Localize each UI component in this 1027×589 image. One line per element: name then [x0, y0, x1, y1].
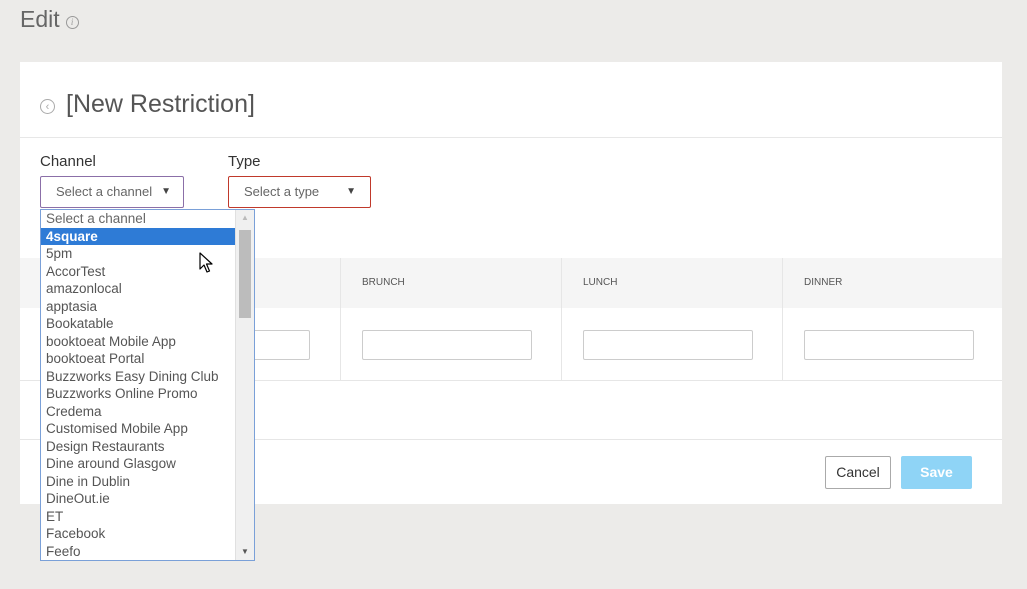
mouse-cursor-icon: [199, 252, 213, 273]
channel-option-selected[interactable]: 4square: [41, 227, 236, 245]
dropdown-arrow-icon: ▼: [346, 186, 356, 197]
channel-select[interactable]: Select a channel ▼: [40, 176, 184, 208]
channel-option[interactable]: Facebook: [41, 525, 236, 543]
type-label: Type: [228, 153, 261, 170]
channel-option[interactable]: Design Restaurants: [41, 438, 236, 456]
channel-option[interactable]: Buzzworks Easy Dining Club: [41, 368, 236, 386]
page-title-text: Edit: [20, 6, 60, 32]
scroll-thumb[interactable]: [239, 230, 251, 318]
channel-option[interactable]: booktoeat Portal: [41, 350, 236, 368]
channel-label: Channel: [40, 153, 96, 170]
card-header: ‹ [New Restriction]: [20, 62, 1002, 138]
column-header-brunch: BRUNCH: [340, 258, 561, 308]
channel-option[interactable]: booktoeat Mobile App: [41, 333, 236, 351]
info-icon[interactable]: i: [65, 16, 79, 29]
dropdown-scrollbar[interactable]: ▲ ▼: [235, 210, 254, 560]
cell-brunch: [340, 308, 561, 380]
brunch-input[interactable]: [362, 330, 532, 360]
channel-option[interactable]: DineOut.ie: [41, 490, 236, 508]
channel-option[interactable]: amazonlocal: [41, 280, 236, 298]
channel-select-value: Select a channel: [56, 184, 153, 199]
channel-option[interactable]: Customised Mobile App: [41, 420, 236, 438]
channel-option[interactable]: Dine around Glasgow: [41, 455, 236, 473]
scroll-down-icon[interactable]: ▼: [236, 544, 254, 560]
lunch-input[interactable]: [583, 330, 753, 360]
cell-lunch: [561, 308, 782, 380]
channel-option[interactable]: ET: [41, 508, 236, 526]
channel-option[interactable]: Dine in Dublin: [41, 473, 236, 491]
cell-dinner: [782, 308, 1002, 380]
type-select-value: Select a type: [244, 184, 320, 199]
channel-dropdown-list[interactable]: Select a channel 4square 5pm AccorTest a…: [40, 209, 255, 561]
dropdown-arrow-icon: ▼: [161, 186, 171, 197]
channel-option[interactable]: Feefo: [41, 543, 236, 561]
channel-option[interactable]: Bookatable: [41, 315, 236, 333]
cancel-button[interactable]: Cancel: [825, 456, 891, 489]
scroll-up-icon[interactable]: ▲: [236, 210, 254, 226]
card-title: [New Restriction]: [66, 90, 255, 118]
channel-option[interactable]: Buzzworks Online Promo: [41, 385, 236, 403]
page-title: Edit i: [20, 6, 79, 33]
save-button[interactable]: Save: [901, 456, 972, 489]
type-select[interactable]: Select a type ▼: [228, 176, 371, 208]
channel-option[interactable]: Credema: [41, 403, 236, 421]
back-circle-icon[interactable]: ‹: [40, 99, 55, 114]
dinner-input[interactable]: [804, 330, 974, 360]
channel-option[interactable]: apptasia: [41, 298, 236, 316]
column-header-dinner: DINNER: [782, 258, 1002, 308]
channel-option[interactable]: Select a channel: [41, 210, 236, 228]
column-header-lunch: LUNCH: [561, 258, 782, 308]
